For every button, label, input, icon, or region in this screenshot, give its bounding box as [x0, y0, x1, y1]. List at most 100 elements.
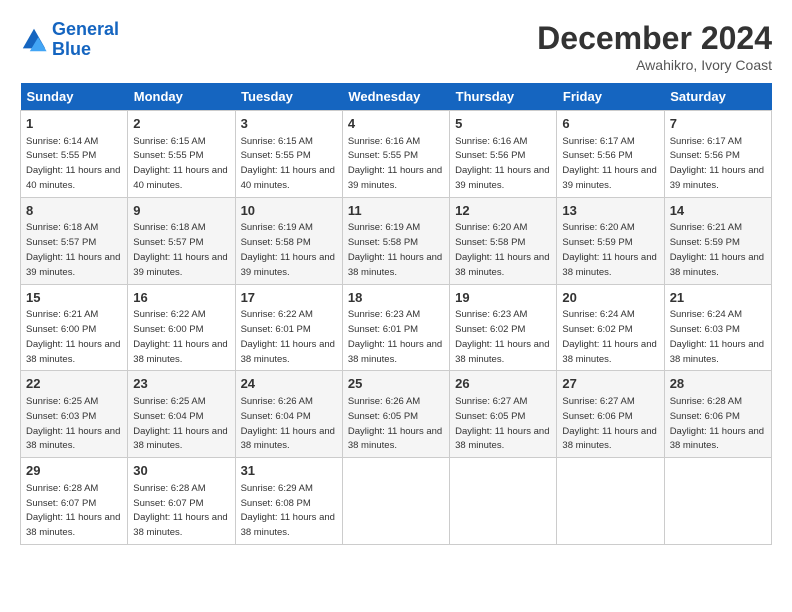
day-info: Sunrise: 6:28 AMSunset: 6:06 PMDaylight:… [670, 396, 764, 451]
day-number: 5 [455, 115, 551, 133]
calendar-day: 10 Sunrise: 6:19 AMSunset: 5:58 PMDaylig… [235, 197, 342, 284]
calendar-day: 2 Sunrise: 6:15 AMSunset: 5:55 PMDayligh… [128, 111, 235, 198]
day-info: Sunrise: 6:17 AMSunset: 5:56 PMDaylight:… [562, 136, 656, 191]
calendar-day [342, 458, 449, 545]
day-info: Sunrise: 6:15 AMSunset: 5:55 PMDaylight:… [133, 136, 227, 191]
calendar-day: 9 Sunrise: 6:18 AMSunset: 5:57 PMDayligh… [128, 197, 235, 284]
title-block: December 2024 Awahikro, Ivory Coast [537, 20, 772, 73]
calendar-day: 20 Sunrise: 6:24 AMSunset: 6:02 PMDaylig… [557, 284, 664, 371]
day-info: Sunrise: 6:24 AMSunset: 6:03 PMDaylight:… [670, 309, 764, 364]
calendar-day: 30 Sunrise: 6:28 AMSunset: 6:07 PMDaylig… [128, 458, 235, 545]
calendar-week: 15 Sunrise: 6:21 AMSunset: 6:00 PMDaylig… [21, 284, 772, 371]
day-number: 15 [26, 289, 122, 307]
day-info: Sunrise: 6:25 AMSunset: 6:04 PMDaylight:… [133, 396, 227, 451]
day-number: 10 [241, 202, 337, 220]
weekday-header: Monday [128, 83, 235, 111]
calendar-day: 25 Sunrise: 6:26 AMSunset: 6:05 PMDaylig… [342, 371, 449, 458]
calendar-day: 11 Sunrise: 6:19 AMSunset: 5:58 PMDaylig… [342, 197, 449, 284]
day-info: Sunrise: 6:26 AMSunset: 6:05 PMDaylight:… [348, 396, 442, 451]
day-info: Sunrise: 6:18 AMSunset: 5:57 PMDaylight:… [133, 222, 227, 277]
day-info: Sunrise: 6:18 AMSunset: 5:57 PMDaylight:… [26, 222, 120, 277]
day-info: Sunrise: 6:19 AMSunset: 5:58 PMDaylight:… [241, 222, 335, 277]
day-info: Sunrise: 6:16 AMSunset: 5:56 PMDaylight:… [455, 136, 549, 191]
calendar-day: 29 Sunrise: 6:28 AMSunset: 6:07 PMDaylig… [21, 458, 128, 545]
day-info: Sunrise: 6:28 AMSunset: 6:07 PMDaylight:… [133, 483, 227, 538]
calendar-week: 29 Sunrise: 6:28 AMSunset: 6:07 PMDaylig… [21, 458, 772, 545]
logo-icon [20, 26, 48, 54]
calendar-day: 24 Sunrise: 6:26 AMSunset: 6:04 PMDaylig… [235, 371, 342, 458]
calendar-day: 4 Sunrise: 6:16 AMSunset: 5:55 PMDayligh… [342, 111, 449, 198]
day-number: 14 [670, 202, 766, 220]
day-number: 7 [670, 115, 766, 133]
day-number: 20 [562, 289, 658, 307]
day-number: 17 [241, 289, 337, 307]
logo-line2: Blue [52, 39, 91, 59]
day-info: Sunrise: 6:14 AMSunset: 5:55 PMDaylight:… [26, 136, 120, 191]
day-number: 28 [670, 375, 766, 393]
calendar-day: 19 Sunrise: 6:23 AMSunset: 6:02 PMDaylig… [450, 284, 557, 371]
logo: General Blue [20, 20, 119, 60]
calendar-week: 22 Sunrise: 6:25 AMSunset: 6:03 PMDaylig… [21, 371, 772, 458]
calendar-day: 5 Sunrise: 6:16 AMSunset: 5:56 PMDayligh… [450, 111, 557, 198]
calendar-week: 1 Sunrise: 6:14 AMSunset: 5:55 PMDayligh… [21, 111, 772, 198]
day-number: 30 [133, 462, 229, 480]
month-title: December 2024 [537, 20, 772, 57]
weekday-header: Friday [557, 83, 664, 111]
calendar-day: 27 Sunrise: 6:27 AMSunset: 6:06 PMDaylig… [557, 371, 664, 458]
day-number: 22 [26, 375, 122, 393]
day-number: 18 [348, 289, 444, 307]
day-info: Sunrise: 6:15 AMSunset: 5:55 PMDaylight:… [241, 136, 335, 191]
weekday-header: Thursday [450, 83, 557, 111]
day-number: 25 [348, 375, 444, 393]
day-number: 6 [562, 115, 658, 133]
day-info: Sunrise: 6:21 AMSunset: 5:59 PMDaylight:… [670, 222, 764, 277]
calendar-day: 16 Sunrise: 6:22 AMSunset: 6:00 PMDaylig… [128, 284, 235, 371]
day-info: Sunrise: 6:23 AMSunset: 6:01 PMDaylight:… [348, 309, 442, 364]
day-number: 24 [241, 375, 337, 393]
calendar-day: 8 Sunrise: 6:18 AMSunset: 5:57 PMDayligh… [21, 197, 128, 284]
calendar-day: 28 Sunrise: 6:28 AMSunset: 6:06 PMDaylig… [664, 371, 771, 458]
day-number: 26 [455, 375, 551, 393]
day-number: 21 [670, 289, 766, 307]
calendar-day: 7 Sunrise: 6:17 AMSunset: 5:56 PMDayligh… [664, 111, 771, 198]
day-number: 16 [133, 289, 229, 307]
day-number: 27 [562, 375, 658, 393]
day-number: 8 [26, 202, 122, 220]
logo-text: General Blue [52, 20, 119, 60]
header-row: SundayMondayTuesdayWednesdayThursdayFrid… [21, 83, 772, 111]
day-info: Sunrise: 6:24 AMSunset: 6:02 PMDaylight:… [562, 309, 656, 364]
day-info: Sunrise: 6:19 AMSunset: 5:58 PMDaylight:… [348, 222, 442, 277]
day-info: Sunrise: 6:17 AMSunset: 5:56 PMDaylight:… [670, 136, 764, 191]
day-info: Sunrise: 6:16 AMSunset: 5:55 PMDaylight:… [348, 136, 442, 191]
day-info: Sunrise: 6:22 AMSunset: 6:01 PMDaylight:… [241, 309, 335, 364]
page-header: General Blue December 2024 Awahikro, Ivo… [20, 20, 772, 73]
calendar-day: 21 Sunrise: 6:24 AMSunset: 6:03 PMDaylig… [664, 284, 771, 371]
calendar-day [557, 458, 664, 545]
weekday-header: Sunday [21, 83, 128, 111]
day-info: Sunrise: 6:20 AMSunset: 5:59 PMDaylight:… [562, 222, 656, 277]
day-number: 29 [26, 462, 122, 480]
location: Awahikro, Ivory Coast [537, 57, 772, 73]
day-info: Sunrise: 6:28 AMSunset: 6:07 PMDaylight:… [26, 483, 120, 538]
day-number: 1 [26, 115, 122, 133]
calendar-day: 12 Sunrise: 6:20 AMSunset: 5:58 PMDaylig… [450, 197, 557, 284]
calendar-day [450, 458, 557, 545]
day-number: 11 [348, 202, 444, 220]
calendar-day: 22 Sunrise: 6:25 AMSunset: 6:03 PMDaylig… [21, 371, 128, 458]
calendar-day [664, 458, 771, 545]
calendar-day: 26 Sunrise: 6:27 AMSunset: 6:05 PMDaylig… [450, 371, 557, 458]
calendar-day: 17 Sunrise: 6:22 AMSunset: 6:01 PMDaylig… [235, 284, 342, 371]
logo-line1: General [52, 19, 119, 39]
day-info: Sunrise: 6:26 AMSunset: 6:04 PMDaylight:… [241, 396, 335, 451]
day-info: Sunrise: 6:27 AMSunset: 6:05 PMDaylight:… [455, 396, 549, 451]
weekday-header: Wednesday [342, 83, 449, 111]
day-info: Sunrise: 6:21 AMSunset: 6:00 PMDaylight:… [26, 309, 120, 364]
day-number: 4 [348, 115, 444, 133]
day-number: 2 [133, 115, 229, 133]
calendar-day: 6 Sunrise: 6:17 AMSunset: 5:56 PMDayligh… [557, 111, 664, 198]
calendar-day: 3 Sunrise: 6:15 AMSunset: 5:55 PMDayligh… [235, 111, 342, 198]
day-number: 31 [241, 462, 337, 480]
day-info: Sunrise: 6:27 AMSunset: 6:06 PMDaylight:… [562, 396, 656, 451]
weekday-header: Tuesday [235, 83, 342, 111]
day-info: Sunrise: 6:29 AMSunset: 6:08 PMDaylight:… [241, 483, 335, 538]
